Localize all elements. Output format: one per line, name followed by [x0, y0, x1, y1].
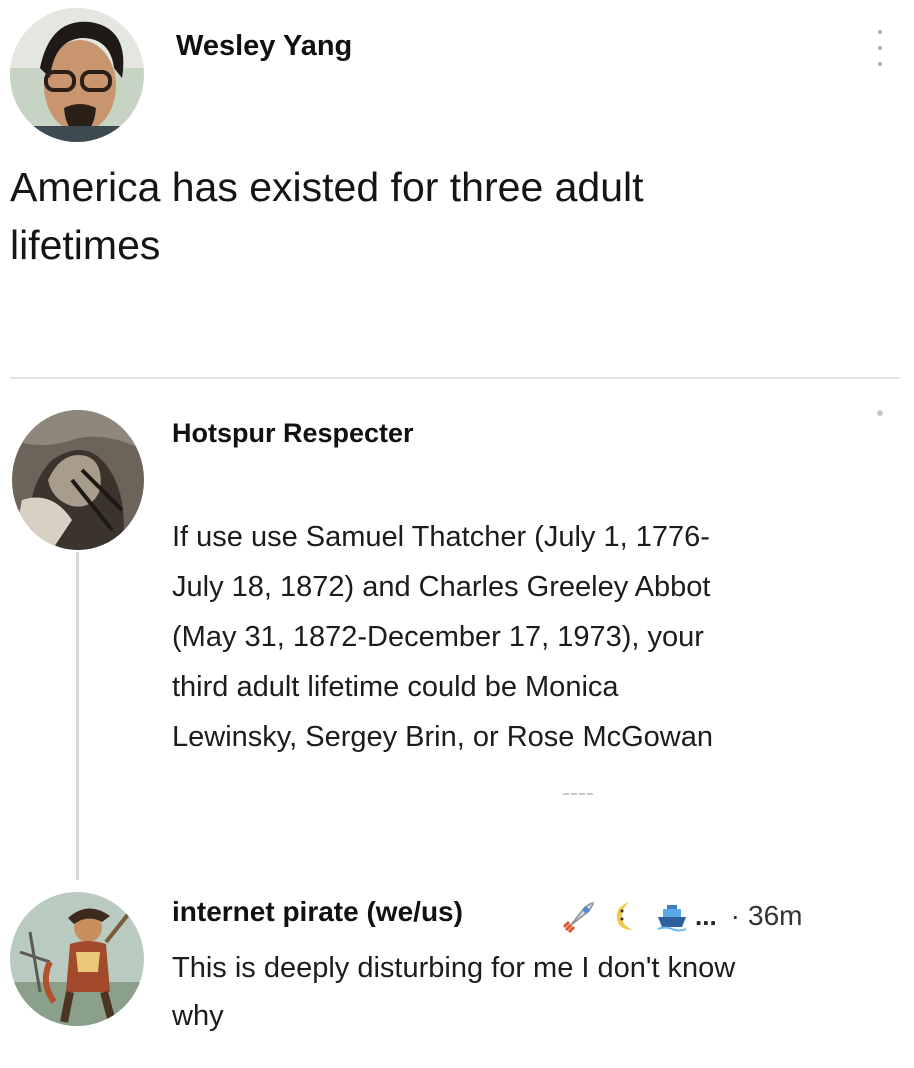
- collapsed-replies-indicator[interactable]: [563, 793, 593, 797]
- avatar-hotspur-respecter[interactable]: [12, 410, 144, 550]
- author-name[interactable]: Hotspur Respecter: [172, 418, 414, 449]
- rocket-icon: [563, 899, 597, 933]
- reply-text: If use use Samuel Thatcher (July 1, 1776…: [172, 512, 872, 762]
- meta-separator: ·: [730, 900, 740, 931]
- reply-text-line: (May 31, 1872-December 17, 1973), your: [172, 621, 704, 653]
- crescent-moon-icon: [609, 899, 643, 933]
- reply-text-line: If use use Samuel Thatcher (July 1, 1776…: [172, 521, 710, 553]
- more-options-icon[interactable]: [877, 410, 883, 416]
- timestamp[interactable]: 36m: [748, 900, 802, 932]
- reply-text: This is deeply disturbing for me I don't…: [172, 944, 902, 1040]
- reply-text-line: third adult lifetime could be Monica: [172, 671, 619, 703]
- avatar-wesley-yang[interactable]: [10, 8, 144, 142]
- post-text-line: America has existed for three adult: [10, 164, 644, 210]
- more-options-icon[interactable]: [872, 30, 888, 66]
- reply-text-line: This is deeply disturbing for me I don't…: [172, 952, 736, 984]
- reply-text-line: July 18, 1872) and Charles Greeley Abbot: [172, 571, 711, 603]
- name-truncation: ...: [695, 900, 717, 931]
- author-meta: ... · 36m: [563, 896, 802, 936]
- author-name[interactable]: Wesley Yang: [176, 30, 352, 63]
- avatar-hotspur-respecter-image: [12, 410, 144, 550]
- avatar-wesley-yang-image: [10, 8, 144, 142]
- thread-line: [76, 552, 79, 880]
- avatar-internet-pirate[interactable]: [10, 892, 144, 1026]
- avatar-internet-pirate-image: [10, 892, 144, 1026]
- post-text: America has existed for three adult life…: [10, 158, 890, 274]
- reply-text-line: Lewinsky, Sergey Brin, or Rose McGowan: [172, 721, 714, 753]
- post-text-line: lifetimes: [10, 222, 161, 268]
- ship-icon: [655, 899, 689, 933]
- reply-text-line: why: [172, 1000, 224, 1032]
- author-name[interactable]: internet pirate (we/us): [172, 896, 463, 928]
- divider: [10, 377, 900, 379]
